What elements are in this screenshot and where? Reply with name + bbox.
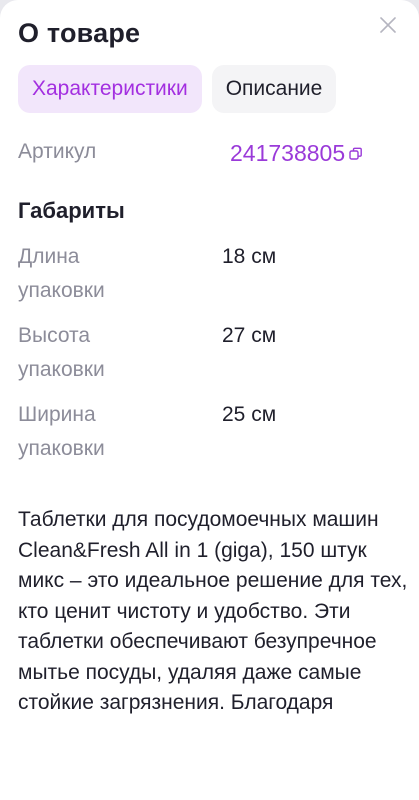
dimensions-title: Габариты [18, 198, 125, 223]
dimension-label-line2: упаковки [18, 279, 105, 302]
dimension-label-line2: упаковки [18, 437, 105, 460]
product-description: Таблетки для посудомоечных машин Clean&F… [18, 508, 408, 714]
dimensions-list: Длина упаковки 18 см Высота упаковки 27 … [18, 240, 401, 477]
dimension-value: 25 см [222, 403, 277, 426]
dimension-value: 27 см [222, 324, 277, 347]
dimension-row-height: Высота упаковки 27 см [18, 319, 401, 398]
article-number: 241738805 [230, 140, 346, 166]
close-button[interactable] [377, 16, 399, 38]
product-info-sheet: О товаре Характеристики Описание Артикул… [0, 0, 419, 800]
article-label: Артикул [18, 140, 97, 163]
dimension-row-length: Длина упаковки 18 см [18, 240, 401, 319]
copy-icon [349, 147, 363, 161]
dimension-label: Высота упаковки [18, 319, 188, 387]
tab-description[interactable]: Описание [211, 65, 337, 113]
tab-characteristics[interactable]: Характеристики [18, 65, 202, 113]
dimension-label-line1: Высота [18, 324, 91, 347]
tab-bar: Характеристики Описание [18, 65, 337, 113]
dimension-label: Длина упаковки [18, 240, 188, 308]
article-copy-button[interactable]: 241738805 [230, 140, 363, 167]
dimension-label-line1: Ширина [18, 403, 96, 426]
article-row: Артикул 241738805 [18, 140, 401, 170]
page-title: О товаре [18, 18, 141, 48]
dimension-label-line1: Длина [18, 245, 80, 268]
dimension-row-width: Ширина упаковки 25 см [18, 398, 401, 477]
dimension-label-line2: упаковки [18, 358, 105, 381]
dimension-label: Ширина упаковки [18, 398, 188, 466]
close-icon [379, 16, 397, 39]
dimension-value: 18 см [222, 245, 277, 268]
